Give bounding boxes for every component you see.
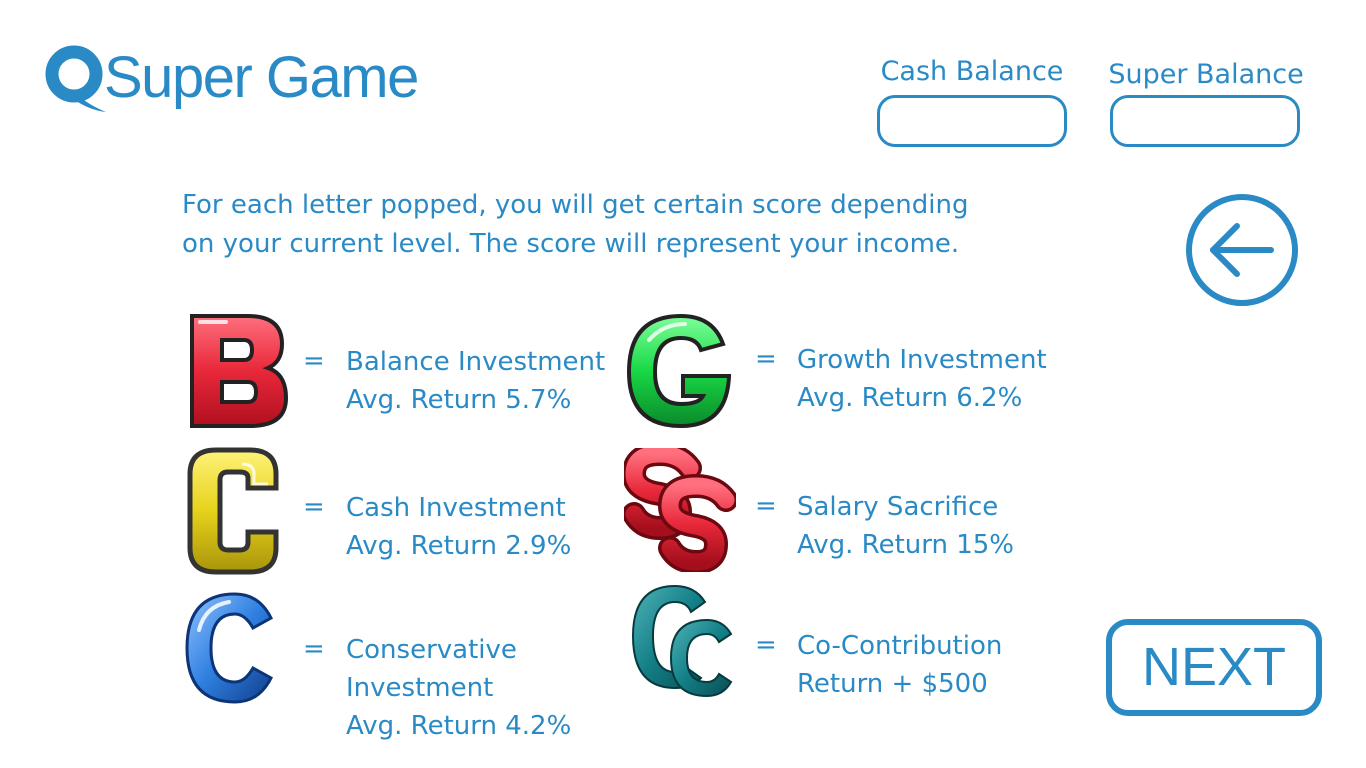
letter-ss-icon [624,448,736,572]
letter-name-continued: Investment [346,673,494,703]
letter-return: Avg. Return 6.2% [797,383,1023,413]
app-title: Super Game [104,45,419,110]
letter-name: Growth Investment [797,345,1047,375]
letter-g-icon [626,313,732,429]
equals-sign: = [755,630,777,660]
conservative-investment-description: Conservative Investment Avg. Return 4.2% [346,631,571,745]
letter-name: Co-Contribution [797,631,1003,661]
instructions-line-2: on your current level. The score will re… [182,229,960,259]
super-balance-field [1110,95,1300,147]
super-balance-label: Super Balance [1108,59,1304,90]
cash-investment-description: Cash Investment Avg. Return 2.9% [346,489,571,565]
letter-c-blue-icon [185,592,273,704]
letter-b-icon [190,314,289,428]
letter-return: Avg. Return 2.9% [346,531,572,561]
letter-name: Cash Investment [346,493,566,523]
cash-balance-field [877,95,1067,147]
letter-name: Conservative [346,635,517,665]
instructions-line-1: For each letter popped, you will get cer… [182,190,969,220]
cash-balance-label: Cash Balance [880,56,1064,87]
letter-return: Avg. Return 4.2% [346,711,572,741]
letter-return: Return + $500 [797,669,988,699]
back-button[interactable] [1185,193,1299,307]
next-button[interactable]: NEXT [1106,619,1322,716]
letter-return: Avg. Return 5.7% [346,385,572,415]
equals-sign: = [755,491,777,521]
equals-sign: = [755,344,777,374]
equals-sign: = [303,492,325,522]
equals-sign: = [303,634,325,664]
q-logo-icon [45,45,106,112]
letter-c-yellow-icon [187,447,279,575]
letter-cc-icon [631,584,733,698]
letter-name: Balance Investment [346,347,606,377]
salary-sacrifice-description: Salary Sacrifice Avg. Return 15% [797,488,1014,564]
letter-name: Salary Sacrifice [797,492,999,522]
letter-return: Avg. Return 15% [797,530,1015,560]
co-contribution-description: Co-Contribution Return + $500 [797,627,1002,703]
instructions-text: For each letter popped, you will get cer… [182,186,982,264]
app-logo: Super Game [42,40,419,116]
balance-investment-description: Balance Investment Avg. Return 5.7% [346,343,605,419]
equals-sign: = [303,346,325,376]
growth-investment-description: Growth Investment Avg. Return 6.2% [797,341,1047,417]
